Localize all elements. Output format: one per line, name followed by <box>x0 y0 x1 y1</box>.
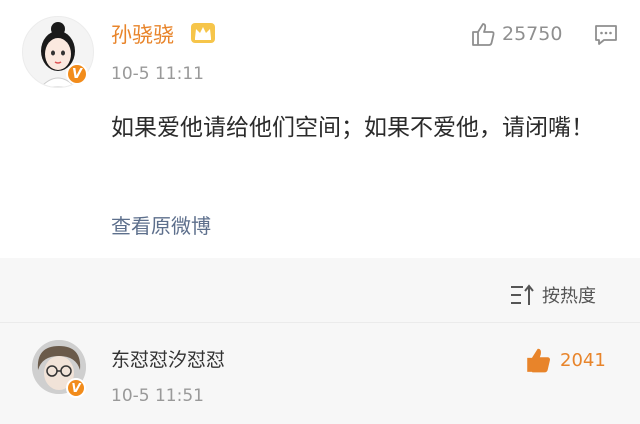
view-original-link[interactable]: 查看原微博 <box>111 210 211 239</box>
sort-icon <box>511 284 534 305</box>
post-content: 如果爱他请给他们空间；如果不爱他，请闭嘴！ <box>111 115 594 141</box>
sort-label: 按热度 <box>542 286 596 307</box>
post-timestamp: 10-5 11:11 <box>111 64 204 84</box>
poster-username[interactable]: 孙骁骁 <box>111 19 174 49</box>
commenter-name[interactable]: 东怼怼汐怼怼 <box>111 345 225 372</box>
comment-icon[interactable] <box>594 24 618 46</box>
comment-timestamp: 10-5 11:51 <box>111 386 204 406</box>
crown-icon <box>191 23 215 43</box>
thumbs-up-icon <box>472 23 495 46</box>
verified-icon: V <box>66 378 86 398</box>
verified-icon: V <box>66 63 88 85</box>
comment-like-count: 2041 <box>560 349 606 371</box>
post-like-button[interactable]: 25750 <box>470 21 562 47</box>
sort-by-hot-button[interactable]: 按热度 <box>510 282 596 308</box>
divider <box>0 322 640 323</box>
post-like-count: 25750 <box>502 23 563 45</box>
comment-like-button[interactable]: 2041 <box>524 346 606 374</box>
thumbs-up-icon <box>527 348 550 373</box>
weibo-post: V 孙骁骁 10-5 11:11 25750 如果爱他请给他们空间；如果不爱他，… <box>0 0 640 258</box>
